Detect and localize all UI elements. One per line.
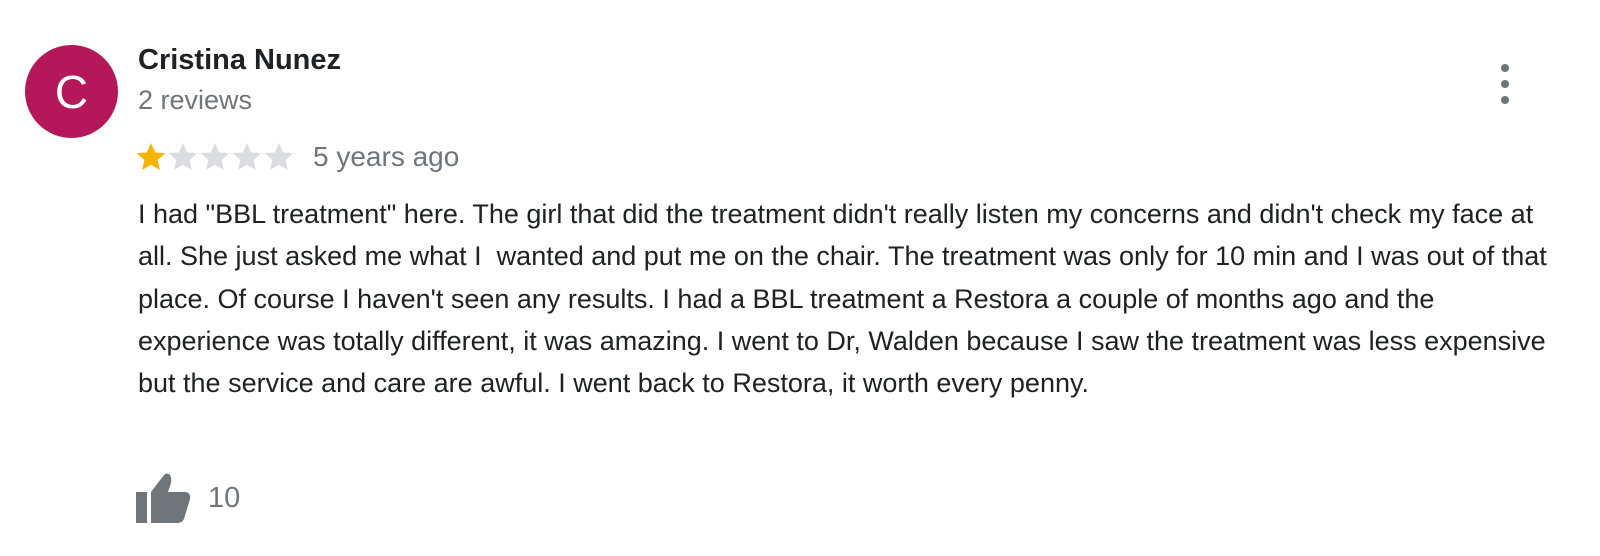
more-vert-icon-dot — [1501, 96, 1509, 104]
rating-row: 5 years ago — [135, 138, 459, 176]
more-vert-icon — [1501, 64, 1509, 72]
star-empty-icon — [200, 143, 230, 170]
like-count: 10 — [208, 481, 241, 514]
more-vert-icon-dot — [1501, 80, 1509, 88]
avatar[interactable]: C — [25, 45, 118, 138]
like-button[interactable]: 10 — [136, 472, 240, 524]
star-empty-icon — [168, 143, 198, 170]
review-text: I had "BBL treatment" here. The girl tha… — [138, 199, 1555, 399]
star-empty-icon — [232, 143, 262, 170]
star-filled-icon — [136, 143, 166, 170]
more-options-button[interactable] — [1490, 64, 1520, 104]
star-rating — [135, 138, 295, 176]
star-empty-icon — [264, 143, 294, 170]
avatar-letter: C — [54, 65, 89, 118]
reviewer-name[interactable]: Cristina Nunez — [138, 44, 341, 77]
review-count[interactable]: 2 reviews — [138, 85, 252, 116]
review-timestamp: 5 years ago — [313, 141, 460, 172]
thumb-up-icon — [136, 473, 191, 523]
